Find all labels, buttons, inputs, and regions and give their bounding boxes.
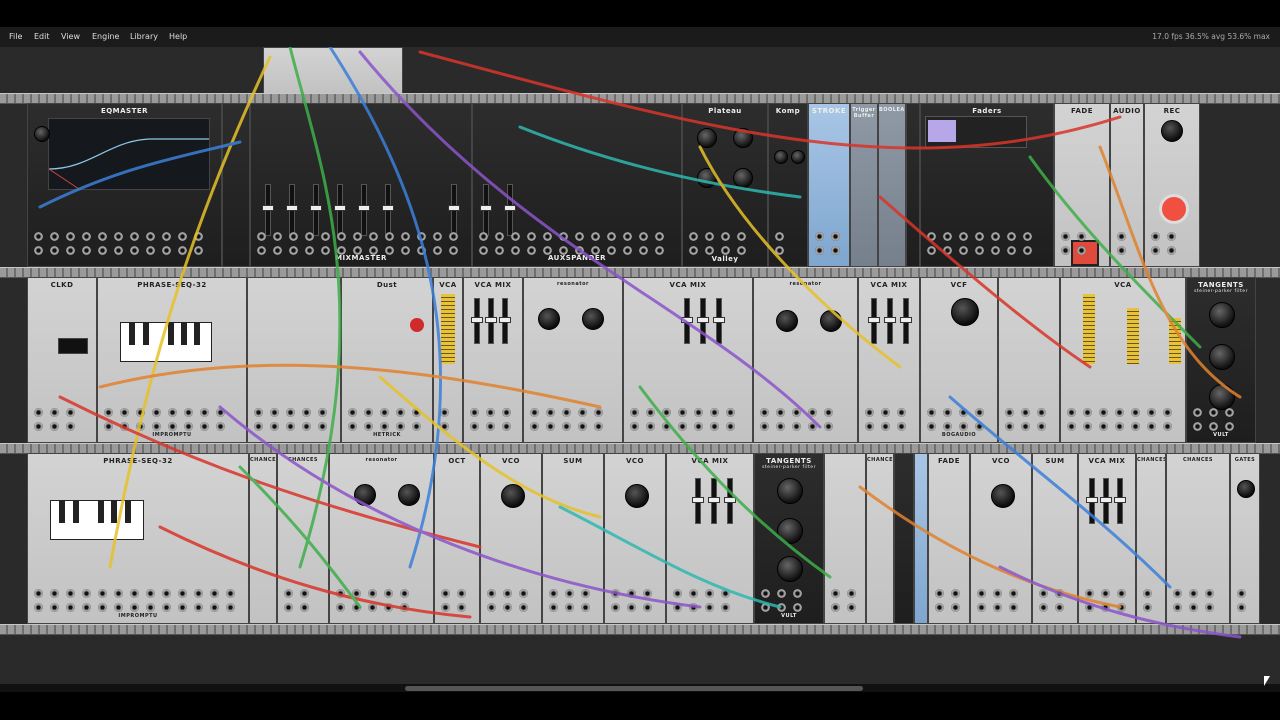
menu-file[interactable]: File [9, 32, 22, 41]
bottom-bar [0, 692, 1280, 720]
scrollbar-thumb[interactable] [405, 686, 863, 691]
mouse-cursor-icon [1264, 676, 1270, 686]
menu-library[interactable]: Library [130, 32, 158, 41]
menu-engine[interactable]: Engine [92, 32, 119, 41]
menu-view[interactable]: View [61, 32, 80, 41]
menu-help[interactable]: Help [169, 32, 187, 41]
horizontal-scrollbar[interactable] [0, 684, 1280, 692]
patch-cables[interactable] [0, 47, 1280, 684]
menu-edit[interactable]: Edit [34, 32, 50, 41]
fps-meter: 17.0 fps 36.5% avg 53.6% max [1152, 32, 1270, 41]
menu-bar: File Edit View Engine Library Help 17.0 … [0, 27, 1280, 47]
module-rack[interactable]: EQMASTER MIXMASTER AUXSPANDER Plateau Va… [0, 47, 1280, 684]
